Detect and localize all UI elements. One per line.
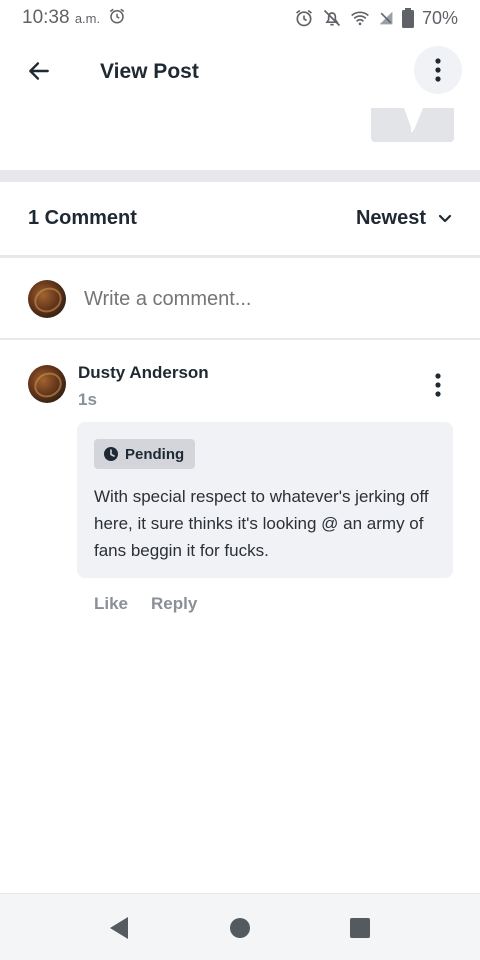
section-divider xyxy=(0,170,480,182)
chevron-down-icon xyxy=(438,214,452,222)
more-vert-icon xyxy=(435,373,441,397)
status-time-suffix: a.m. xyxy=(74,11,101,26)
sort-label: Newest xyxy=(355,207,426,229)
nav-recents-square-icon[interactable] xyxy=(350,918,370,938)
alarm-icon xyxy=(108,7,126,30)
no-signal-icon xyxy=(378,9,394,27)
wifi-icon xyxy=(350,9,370,27)
more-options-button[interactable] xyxy=(414,46,462,94)
avatar xyxy=(28,280,66,318)
comments-header: 1 Comment Newest xyxy=(0,182,480,258)
comment-author[interactable]: Dusty Anderson xyxy=(78,363,209,383)
page-title: View Post xyxy=(100,60,199,83)
status-time-value: 10:38 xyxy=(22,7,70,28)
like-button[interactable]: Like xyxy=(94,594,128,614)
comment-text: With special respect to whatever's jerki… xyxy=(94,487,429,560)
post-image-thumbnail xyxy=(404,108,423,132)
comment-time: 1s xyxy=(78,390,97,409)
status-badge: Pending xyxy=(94,439,196,469)
nav-home-circle-icon[interactable] xyxy=(230,918,250,938)
notifications-off-icon xyxy=(322,8,342,28)
write-comment-input[interactable] xyxy=(84,287,444,311)
app-bar: View Post xyxy=(0,44,480,100)
more-vert-icon xyxy=(435,58,441,82)
sort-dropdown[interactable]: Newest xyxy=(356,207,452,230)
battery-icon xyxy=(401,8,414,28)
comment-more-button[interactable] xyxy=(424,370,452,400)
system-nav-bar xyxy=(0,893,480,960)
status-time: 10:38 a.m. xyxy=(22,7,100,29)
status-right: 70% xyxy=(294,8,458,29)
comment-count: 1 Comment xyxy=(28,207,137,229)
comment-bubble: Pending With special respect to whatever… xyxy=(77,422,453,578)
clock-icon xyxy=(104,447,118,461)
arrow-back-icon xyxy=(29,62,49,80)
comment-actions: Like Reply xyxy=(94,594,197,614)
back-button[interactable] xyxy=(22,54,56,88)
nav-back-triangle-icon[interactable] xyxy=(108,916,130,940)
post-image[interactable] xyxy=(371,108,454,142)
status-bar: 10:38 a.m. 70% xyxy=(0,0,480,36)
alarm-icon xyxy=(294,8,314,28)
reply-button[interactable]: Reply xyxy=(151,594,197,614)
status-badge-label: Pending xyxy=(125,445,185,463)
status-left: 10:38 a.m. xyxy=(22,7,126,30)
battery-percent: 70% xyxy=(421,7,458,28)
write-comment-row xyxy=(0,260,480,340)
avatar[interactable] xyxy=(28,365,66,403)
